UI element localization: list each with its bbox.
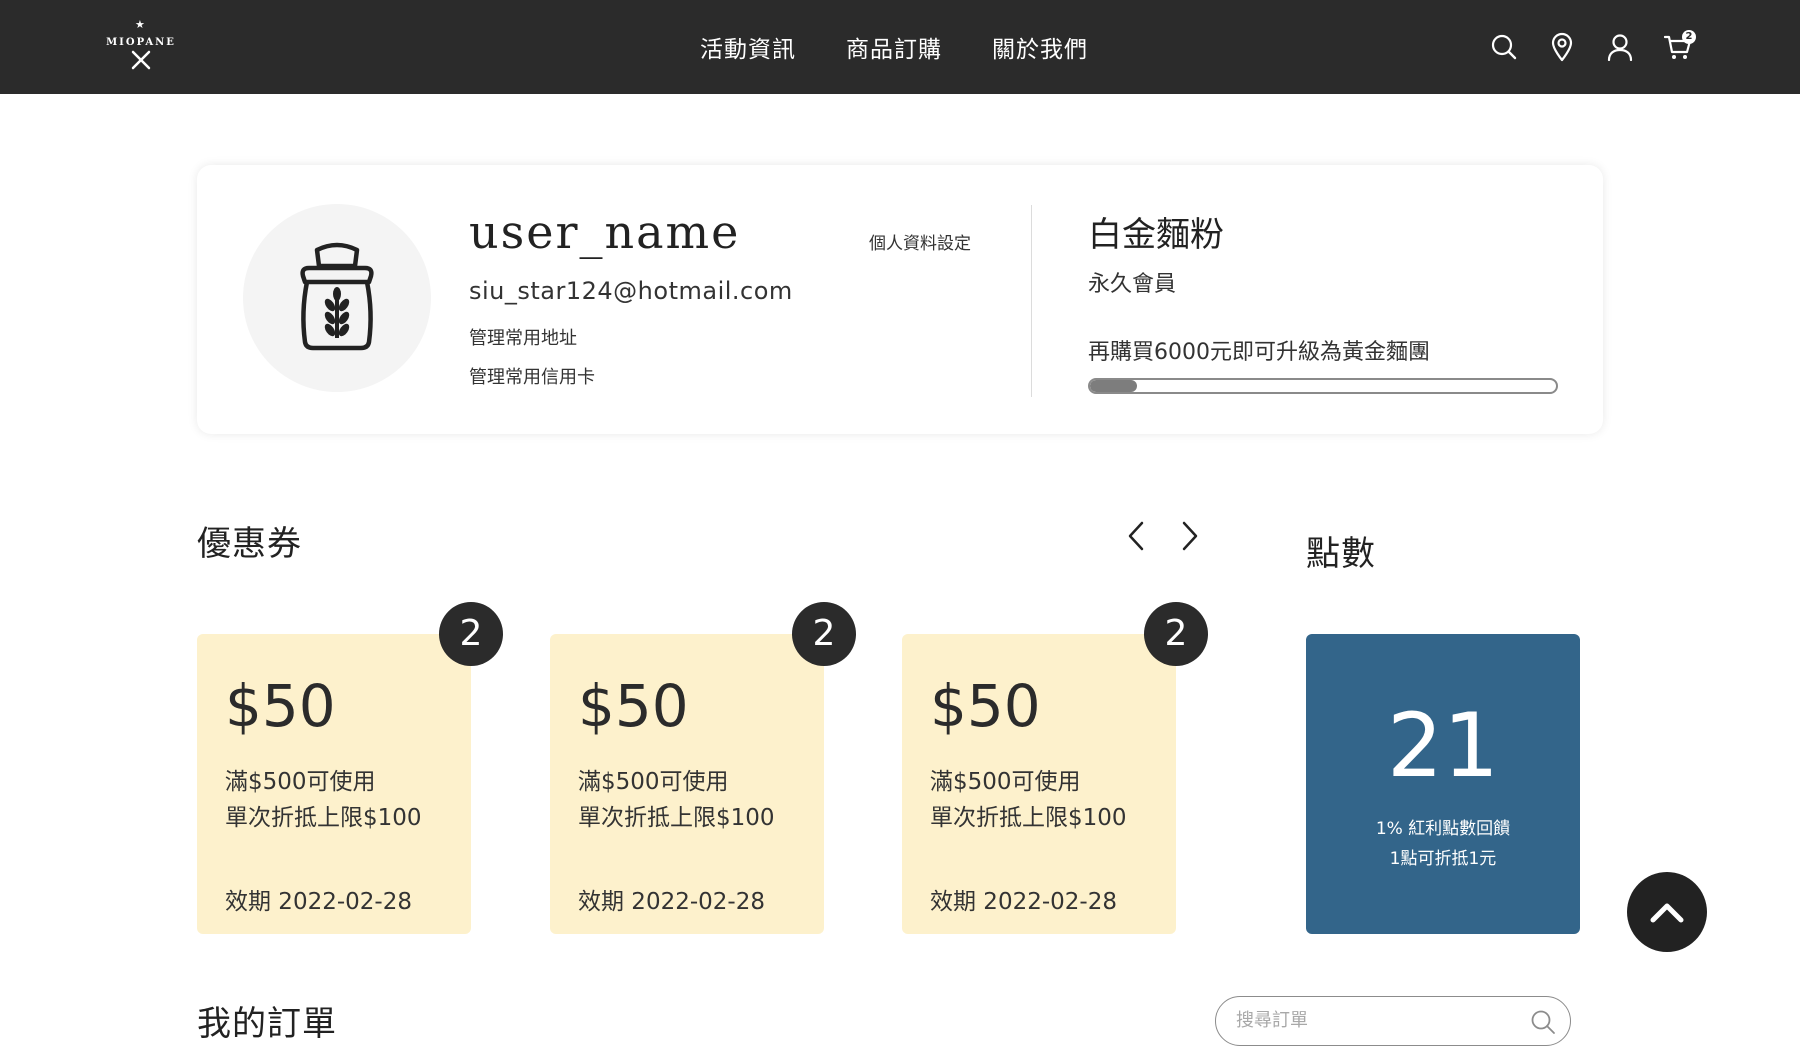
upgrade-hint: 再購買6000元即可升級為黃金麵團	[1088, 340, 1430, 365]
order-search-input[interactable]	[1234, 1007, 1504, 1033]
coupon-expiry: 效期 2022-02-28	[578, 889, 765, 915]
points-value: 21	[1387, 694, 1499, 797]
coupon-condition: 滿$500可使用	[225, 769, 376, 795]
coupon-expiry: 效期 2022-02-28	[225, 889, 412, 915]
nav-icon-group: 2	[1475, 28, 1707, 66]
coupons-title: 優惠券	[197, 524, 302, 564]
coupon-condition: 滿$500可使用	[930, 769, 1081, 795]
points-title: 點數	[1306, 534, 1376, 574]
scroll-to-top-button[interactable]	[1627, 872, 1707, 952]
points-redeem-note: 1點可折抵1元	[1389, 849, 1497, 869]
profile-settings-link[interactable]: 個人資料設定	[869, 229, 971, 254]
coupon-limit: 單次折抵上限$100	[225, 805, 422, 831]
order-search-box	[1215, 996, 1571, 1046]
main-nav: 活動資訊 商品訂購 關於我們	[700, 0, 1138, 94]
manage-credit-card-link[interactable]: 管理常用信用卡	[469, 363, 595, 389]
coupon-card[interactable]: $50 滿$500可使用 單次折抵上限$100 效期 2022-02-28	[197, 634, 471, 934]
logo-star-icon: ★	[135, 18, 145, 31]
fork-knife-icon	[131, 50, 151, 70]
top-navbar: ★ MIOPANE 活動資訊 商品訂購 關於我們 2	[0, 0, 1800, 94]
points-reward-note: 1% 紅利點數回饋	[1375, 819, 1511, 839]
nav-item-about[interactable]: 關於我們	[992, 30, 1088, 64]
coupon-prev-button[interactable]	[1116, 516, 1156, 556]
coupon-limit: 單次折抵上限$100	[930, 805, 1127, 831]
orders-title: 我的訂單	[197, 1004, 337, 1044]
membership-tier: 白金麵粉	[1088, 215, 1224, 255]
chevron-left-icon	[1128, 521, 1144, 551]
profile-card: user_name 個人資料設定 siu_star124@hotmail.com…	[197, 165, 1603, 434]
username: user_name	[469, 205, 741, 259]
coupon-condition: 滿$500可使用	[578, 769, 729, 795]
logo-text: MIOPANE	[106, 37, 176, 48]
user-icon[interactable]	[1591, 28, 1649, 66]
coupon-count-badge: 2	[439, 602, 503, 666]
user-email: siu_star124@hotmail.com	[469, 277, 793, 305]
coupon-limit: 單次折抵上限$100	[578, 805, 775, 831]
coupon-count-badge: 2	[1144, 602, 1208, 666]
flour-bag-icon	[300, 242, 374, 351]
search-icon[interactable]	[1475, 28, 1533, 66]
nav-item-shop[interactable]: 商品訂購	[846, 30, 942, 64]
chevron-up-icon	[1650, 903, 1684, 923]
cart-icon[interactable]: 2	[1649, 28, 1707, 66]
coupon-amount: $50	[930, 672, 1041, 740]
logo[interactable]: ★ MIOPANE	[104, 18, 178, 74]
manage-address-link[interactable]: 管理常用地址	[469, 324, 577, 350]
coupon-amount: $50	[225, 672, 336, 740]
coupon-count-badge: 2	[792, 602, 856, 666]
divider	[1031, 205, 1032, 397]
coupon-next-button[interactable]	[1170, 516, 1210, 556]
upgrade-progress-fill	[1090, 380, 1137, 392]
coupon-amount: $50	[578, 672, 689, 740]
coupon-card[interactable]: $50 滿$500可使用 單次折抵上限$100 效期 2022-02-28	[550, 634, 824, 934]
upgrade-progress-bar	[1088, 378, 1558, 394]
cart-count-badge: 2	[1682, 30, 1696, 44]
membership-duration: 永久會員	[1088, 272, 1177, 297]
avatar	[243, 204, 431, 392]
location-pin-icon[interactable]	[1533, 28, 1591, 66]
coupon-expiry: 效期 2022-02-28	[930, 889, 1117, 915]
points-card: 21 1% 紅利點數回饋 1點可折抵1元	[1306, 634, 1580, 934]
coupon-card[interactable]: $50 滿$500可使用 單次折抵上限$100 效期 2022-02-28	[902, 634, 1176, 934]
chevron-right-icon	[1182, 521, 1198, 551]
nav-item-events[interactable]: 活動資訊	[700, 30, 796, 64]
